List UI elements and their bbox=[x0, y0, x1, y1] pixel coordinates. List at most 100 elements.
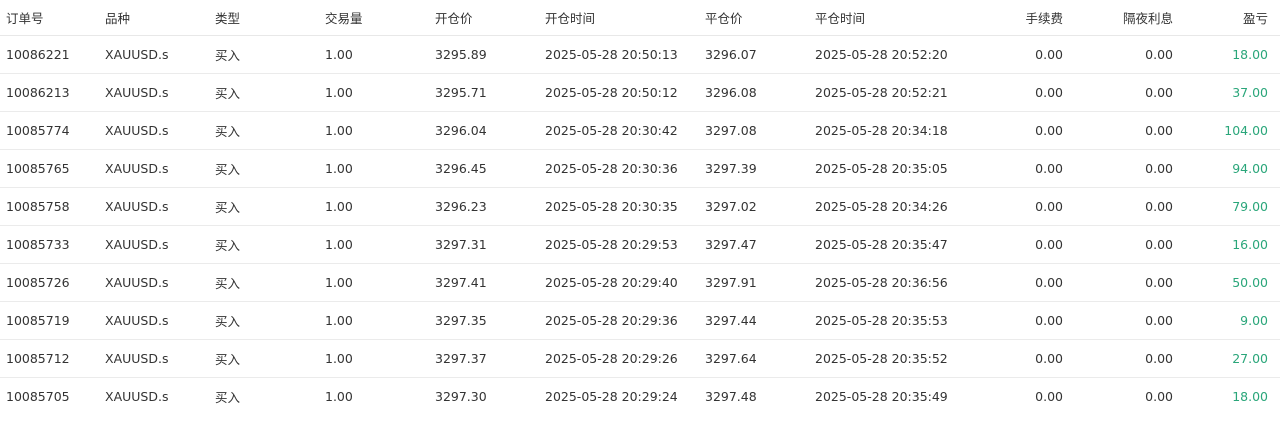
cell-swap: 0.00 bbox=[1145, 274, 1173, 290]
header-profit: 盈亏 bbox=[1173, 0, 1280, 36]
cell-close-price: 3297.91 bbox=[705, 274, 757, 290]
header-symbol: 品种 bbox=[105, 0, 215, 36]
cell-open-price: 3297.30 bbox=[435, 388, 487, 404]
cell-close-price: 3297.48 bbox=[705, 388, 757, 404]
cell-open-time: 2025-05-28 20:29:53 bbox=[545, 236, 678, 252]
cell-profit: 50.00 bbox=[1232, 274, 1268, 290]
cell-swap: 0.00 bbox=[1145, 236, 1173, 252]
cell-type: 买入 bbox=[215, 85, 241, 101]
cell-type: 买入 bbox=[215, 237, 241, 253]
header-type: 类型 bbox=[215, 0, 325, 36]
cell-open-time: 2025-05-28 20:30:35 bbox=[545, 198, 678, 214]
cell-close-time: 2025-05-28 20:35:05 bbox=[815, 160, 948, 176]
cell-order-id: 10085733 bbox=[6, 236, 70, 252]
cell-open-price: 3296.04 bbox=[435, 122, 487, 138]
cell-open-time: 2025-05-28 20:29:40 bbox=[545, 274, 678, 290]
cell-profit: 94.00 bbox=[1232, 160, 1268, 176]
cell-commission: 0.00 bbox=[1035, 198, 1063, 214]
header-commission: 手续费 bbox=[973, 0, 1063, 36]
cell-open-price: 3295.89 bbox=[435, 46, 487, 62]
cell-commission: 0.00 bbox=[1035, 122, 1063, 138]
cell-close-time: 2025-05-28 20:35:52 bbox=[815, 350, 948, 366]
cell-volume: 1.00 bbox=[325, 46, 353, 62]
cell-order-id: 10085758 bbox=[6, 198, 70, 214]
cell-swap: 0.00 bbox=[1145, 84, 1173, 100]
cell-type: 买入 bbox=[215, 47, 241, 63]
cell-type: 买入 bbox=[215, 389, 241, 405]
header-open-price: 开仓价 bbox=[435, 0, 545, 36]
cell-close-price: 3297.44 bbox=[705, 312, 757, 328]
cell-symbol: XAUUSD.s bbox=[105, 122, 169, 138]
cell-profit: 79.00 bbox=[1232, 198, 1268, 214]
cell-type: 买入 bbox=[215, 123, 241, 139]
table-row: 10085765 XAUUSD.s 买入 1.00 3296.45 2025-0… bbox=[0, 149, 1280, 187]
header-open-time: 开仓时间 bbox=[545, 0, 705, 36]
cell-symbol: XAUUSD.s bbox=[105, 388, 169, 404]
cell-close-price: 3297.64 bbox=[705, 350, 757, 366]
cell-open-time: 2025-05-28 20:50:12 bbox=[545, 84, 678, 100]
table-row: 10085726 XAUUSD.s 买入 1.00 3297.41 2025-0… bbox=[0, 263, 1280, 301]
cell-profit: 18.00 bbox=[1232, 46, 1268, 62]
trade-history-table-container: 订单号 品种 类型 交易量 开仓价 开仓时间 平仓价 平仓时间 手续费 隔夜利息… bbox=[0, 0, 1280, 415]
cell-volume: 1.00 bbox=[325, 236, 353, 252]
cell-open-price: 3295.71 bbox=[435, 84, 487, 100]
cell-profit: 16.00 bbox=[1232, 236, 1268, 252]
cell-close-time: 2025-05-28 20:35:47 bbox=[815, 236, 948, 252]
cell-swap: 0.00 bbox=[1145, 198, 1173, 214]
cell-swap: 0.00 bbox=[1145, 160, 1173, 176]
cell-open-price: 3297.31 bbox=[435, 236, 487, 252]
cell-volume: 1.00 bbox=[325, 84, 353, 100]
cell-volume: 1.00 bbox=[325, 350, 353, 366]
cell-swap: 0.00 bbox=[1145, 122, 1173, 138]
cell-open-time: 2025-05-28 20:29:24 bbox=[545, 388, 678, 404]
cell-order-id: 10086221 bbox=[6, 46, 70, 62]
cell-symbol: XAUUSD.s bbox=[105, 312, 169, 328]
cell-type: 买入 bbox=[215, 275, 241, 291]
cell-open-price: 3296.23 bbox=[435, 198, 487, 214]
cell-volume: 1.00 bbox=[325, 312, 353, 328]
cell-open-time: 2025-05-28 20:50:13 bbox=[545, 46, 678, 62]
cell-open-time: 2025-05-28 20:30:42 bbox=[545, 122, 678, 138]
header-swap: 隔夜利息 bbox=[1063, 0, 1173, 36]
table-row: 10085758 XAUUSD.s 买入 1.00 3296.23 2025-0… bbox=[0, 187, 1280, 225]
cell-swap: 0.00 bbox=[1145, 46, 1173, 62]
cell-profit: 37.00 bbox=[1232, 84, 1268, 100]
cell-close-time: 2025-05-28 20:52:21 bbox=[815, 84, 948, 100]
cell-commission: 0.00 bbox=[1035, 84, 1063, 100]
cell-close-price: 3297.47 bbox=[705, 236, 757, 252]
cell-commission: 0.00 bbox=[1035, 160, 1063, 176]
cell-close-price: 3297.02 bbox=[705, 198, 757, 214]
table-row: 10085733 XAUUSD.s 买入 1.00 3297.31 2025-0… bbox=[0, 225, 1280, 263]
cell-commission: 0.00 bbox=[1035, 388, 1063, 404]
cell-open-price: 3297.41 bbox=[435, 274, 487, 290]
cell-close-time: 2025-05-28 20:34:26 bbox=[815, 198, 948, 214]
cell-volume: 1.00 bbox=[325, 388, 353, 404]
cell-swap: 0.00 bbox=[1145, 350, 1173, 366]
table-row: 10085774 XAUUSD.s 买入 1.00 3296.04 2025-0… bbox=[0, 111, 1280, 149]
cell-symbol: XAUUSD.s bbox=[105, 236, 169, 252]
cell-profit: 18.00 bbox=[1232, 388, 1268, 404]
cell-commission: 0.00 bbox=[1035, 350, 1063, 366]
cell-volume: 1.00 bbox=[325, 274, 353, 290]
cell-profit: 27.00 bbox=[1232, 350, 1268, 366]
table-row: 10085705 XAUUSD.s 买入 1.00 3297.30 2025-0… bbox=[0, 377, 1280, 415]
cell-order-id: 10085765 bbox=[6, 160, 70, 176]
cell-swap: 0.00 bbox=[1145, 388, 1173, 404]
header-volume: 交易量 bbox=[325, 0, 435, 36]
cell-volume: 1.00 bbox=[325, 198, 353, 214]
header-close-price: 平仓价 bbox=[705, 0, 815, 36]
cell-volume: 1.00 bbox=[325, 160, 353, 176]
cell-open-price: 3297.37 bbox=[435, 350, 487, 366]
cell-close-time: 2025-05-28 20:36:56 bbox=[815, 274, 948, 290]
cell-open-time: 2025-05-28 20:30:36 bbox=[545, 160, 678, 176]
table-row: 10085712 XAUUSD.s 买入 1.00 3297.37 2025-0… bbox=[0, 339, 1280, 377]
cell-commission: 0.00 bbox=[1035, 236, 1063, 252]
cell-close-price: 3296.08 bbox=[705, 84, 757, 100]
table-row: 10085719 XAUUSD.s 买入 1.00 3297.35 2025-0… bbox=[0, 301, 1280, 339]
trade-history-table: 订单号 品种 类型 交易量 开仓价 开仓时间 平仓价 平仓时间 手续费 隔夜利息… bbox=[0, 0, 1280, 415]
cell-type: 买入 bbox=[215, 351, 241, 367]
cell-order-id: 10085774 bbox=[6, 122, 70, 138]
cell-order-id: 10085726 bbox=[6, 274, 70, 290]
cell-symbol: XAUUSD.s bbox=[105, 274, 169, 290]
cell-swap: 0.00 bbox=[1145, 312, 1173, 328]
